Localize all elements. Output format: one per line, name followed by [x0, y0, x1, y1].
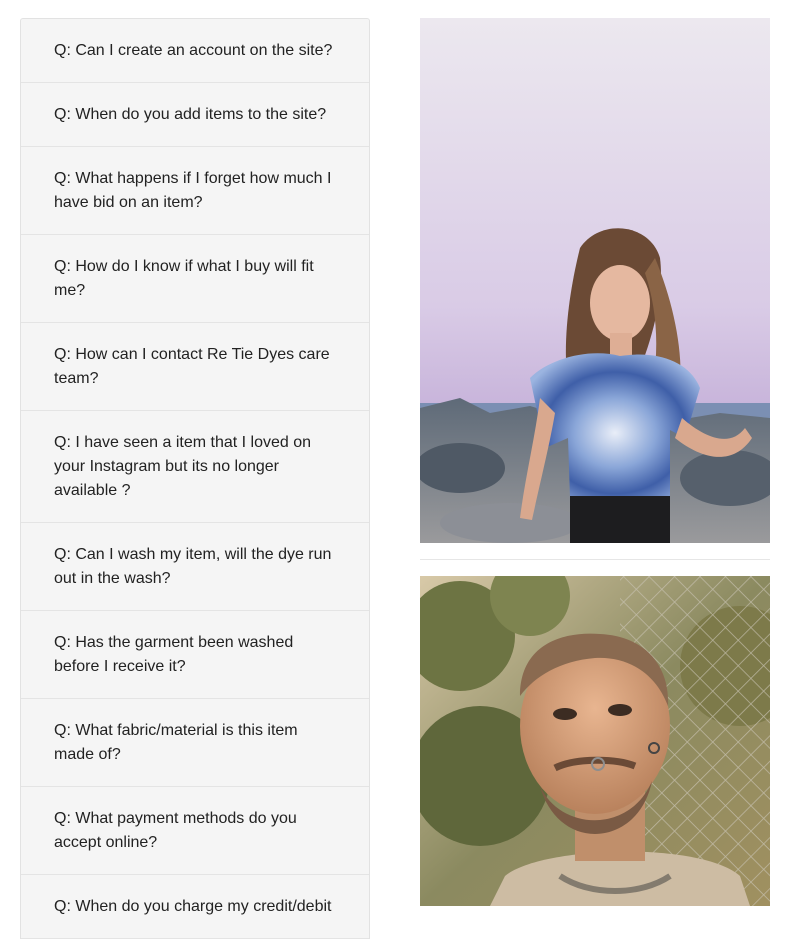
faq-item[interactable]: Q: What fabric/material is this item mad… [21, 699, 369, 787]
faq-question: Q: When do you charge my credit/debit [54, 898, 332, 915]
faq-list: Q: Can I create an account on the site? … [20, 18, 370, 939]
woman-in-tie-dye-shirt-photo-icon [420, 18, 770, 543]
faq-question: Q: How can I contact Re Tie Dyes care te… [54, 346, 330, 387]
faq-question: Q: Has the garment been washed before I … [54, 634, 294, 675]
faq-question: Q: Can I wash my item, will the dye run … [54, 546, 332, 587]
faq-item[interactable]: Q: What happens if I forget how much I h… [21, 147, 369, 235]
faq-item[interactable]: Q: Has the garment been washed before I … [21, 611, 369, 699]
faq-item[interactable]: Q: How do I know if what I buy will fit … [21, 235, 369, 323]
faq-question: Q: What fabric/material is this item mad… [54, 722, 298, 763]
man-portrait-photo [420, 576, 770, 906]
faq-item[interactable]: Q: Can I create an account on the site? [21, 19, 369, 83]
faq-question: Q: How do I know if what I buy will fit … [54, 258, 314, 299]
faq-item[interactable]: Q: When do you charge my credit/debit [21, 875, 369, 939]
faq-question: Q: I have seen a item that I loved on yo… [54, 434, 312, 499]
faq-question: Q: What happens if I forget how much I h… [54, 170, 332, 211]
faq-item[interactable]: Q: I have seen a item that I loved on yo… [21, 411, 369, 523]
woman-tie-dye-photo [420, 18, 770, 543]
photo-column [420, 18, 770, 906]
faq-item[interactable]: Q: How can I contact Re Tie Dyes care te… [21, 323, 369, 411]
divider [420, 559, 770, 560]
faq-question: Q: When do you add items to the site? [54, 106, 327, 123]
faq-item[interactable]: Q: What payment methods do you accept on… [21, 787, 369, 875]
man-portrait-photo-icon [420, 576, 770, 906]
faq-question: Q: What payment methods do you accept on… [54, 810, 297, 851]
faq-question: Q: Can I create an account on the site? [54, 42, 333, 59]
faq-item[interactable]: Q: When do you add items to the site? [21, 83, 369, 147]
faq-item[interactable]: Q: Can I wash my item, will the dye run … [21, 523, 369, 611]
